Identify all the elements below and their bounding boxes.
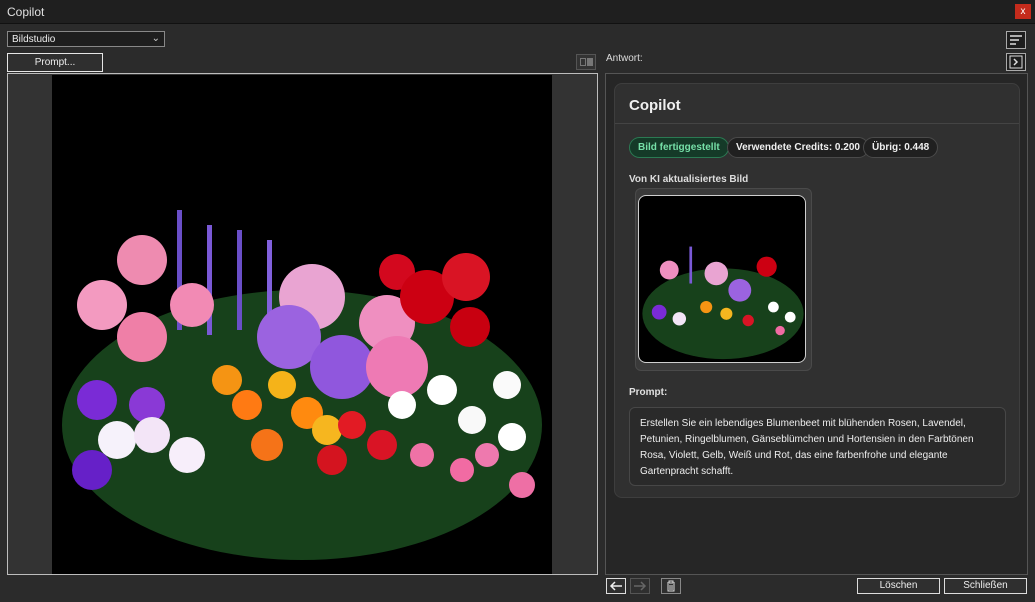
prompt-heading: Prompt: — [629, 387, 668, 398]
copilot-card: Copilot Bild fertiggestellt Verwendete C… — [614, 83, 1020, 498]
window-title: Copilot — [7, 5, 45, 19]
mode-select[interactable]: Bildstudio ⌄ — [7, 31, 165, 47]
arrow-left-icon[interactable] — [606, 578, 626, 594]
window-close-button[interactable]: x — [1015, 4, 1031, 19]
image-canvas — [7, 73, 598, 575]
generated-image-thumbnail[interactable] — [638, 195, 806, 363]
remaining-badge: Übrig: 0.448 — [863, 137, 939, 158]
response-panel: Copilot Bild fertiggestellt Verwendete C… — [605, 73, 1028, 575]
sort-icon[interactable] — [1006, 31, 1026, 49]
card-title: Copilot — [629, 97, 681, 114]
title-bar: Copilot x — [0, 0, 1035, 24]
close-button[interactable]: Schließen — [944, 578, 1027, 594]
credits-badge: Verwendete Credits: 0.200 — [727, 137, 869, 158]
delete-button[interactable]: Löschen — [857, 578, 940, 594]
mode-select-value: Bildstudio — [12, 34, 56, 45]
arrow-right-icon[interactable] — [630, 578, 650, 594]
answer-label: Antwort: — [606, 53, 643, 64]
image-heading: Von KI aktualisiertes Bild — [629, 174, 749, 185]
compare-icon[interactable] — [576, 54, 596, 70]
thumbnail-frame[interactable] — [635, 188, 812, 371]
prompt-text: Erstellen Sie ein lebendiges Blumenbeet … — [629, 407, 1006, 486]
trash-icon[interactable] — [661, 578, 681, 594]
status-badge: Bild fertiggestellt — [629, 137, 729, 158]
card-divider — [615, 123, 1019, 124]
chevron-down-icon: ⌄ — [151, 33, 160, 44]
prompt-button[interactable]: Prompt... — [7, 53, 103, 72]
panel-toggle-icon[interactable] — [1006, 53, 1026, 71]
generated-flower-image — [52, 75, 552, 574]
